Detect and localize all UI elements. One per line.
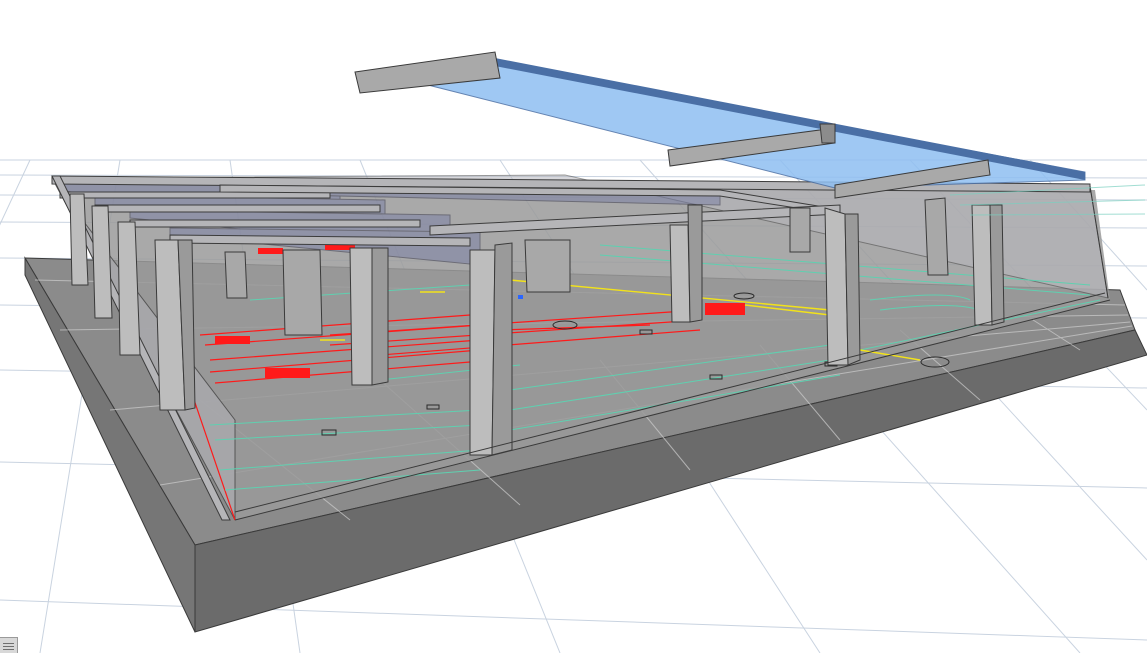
corner-grip-line [3, 643, 14, 644]
building-model-scene[interactable] [0, 0, 1147, 653]
blue-marker [518, 295, 523, 299]
roof-beam-cap [819, 123, 836, 144]
view-cube-corner-icon[interactable] [0, 637, 18, 653]
3d-model-viewport[interactable] [0, 0, 1147, 653]
corner-grip-line [3, 649, 14, 650]
corner-grip-line [3, 646, 14, 647]
